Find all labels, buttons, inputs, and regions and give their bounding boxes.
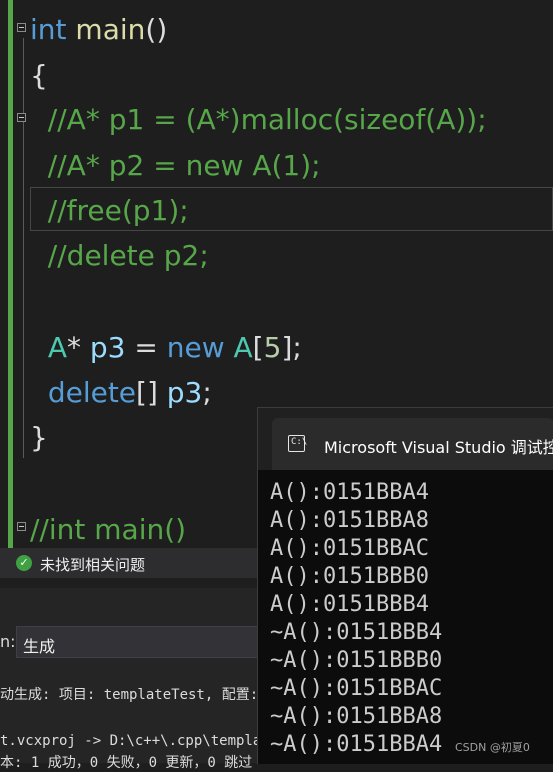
change-indicator-bar [8, 0, 13, 548]
console-output-line: ~A():0151BBAC [270, 676, 443, 701]
console-output-line: A():0151BBB4 [270, 592, 429, 617]
output-source-value: 生成 [23, 637, 56, 656]
output-source-dropdown[interactable]: 生成 [16, 626, 258, 658]
code-line-comment-delete[interactable]: //delete p2; [30, 242, 209, 270]
error-status-bar: ✓ 未找到相关问题 [0, 548, 258, 578]
code-line-comment-malloc[interactable]: //A* p1 = (A*)malloc(sizeof(A)); [30, 106, 487, 134]
console-output-line: A():0151BBB0 [270, 564, 429, 589]
code-line-delete-array[interactable]: delete[] p3; [30, 379, 212, 407]
code-token: p3 [166, 376, 203, 409]
code-token: } [30, 421, 48, 454]
code-token: = [125, 331, 167, 364]
debug-console-window[interactable]: C:\ Microsoft Visual Studio 调试控制台 A():01… [257, 407, 553, 764]
code-token: //delete p2; [30, 239, 209, 272]
code-token: 5 [263, 331, 282, 364]
console-title-bar: C:\ Microsoft Visual Studio 调试控制台 [258, 408, 553, 470]
console-output-line: ~A():0151BBA8 [270, 704, 443, 729]
code-token: { [30, 59, 48, 92]
output-line: 动生成: 项目: templateTest, 配置: Debug Win32 [0, 687, 258, 703]
terminal-icon: C:\ [288, 435, 308, 452]
code-token: //free(p1); [30, 194, 189, 227]
output-line: 本: 1 成功，0 失败，0 更新，0 跳过 [0, 755, 253, 771]
output-line: t.vcxproj -> D:\c++\.cpp\templateTest\De… [0, 733, 258, 749]
check-circle-icon: ✓ [16, 555, 32, 571]
output-source-label: n: [0, 632, 16, 651]
console-output-line: A():0151BBA8 [270, 508, 429, 533]
collapse-comments-icon[interactable] [17, 113, 26, 122]
code-token: new [166, 331, 225, 364]
code-token: () [145, 13, 168, 46]
code-token: ; [202, 376, 212, 409]
code-line-close-brace[interactable]: } [30, 424, 48, 452]
code-token: //A* p1 = (A*)malloc(sizeof(A)); [30, 103, 487, 136]
console-title: Microsoft Visual Studio 调试控制台 [324, 438, 553, 457]
code-line-int-main[interactable]: int main() [30, 16, 167, 44]
terminal-icon-glyph: C:\ [291, 437, 308, 447]
panel-separator [0, 578, 258, 588]
code-token: main [75, 13, 146, 46]
console-output-line: ~A():0151BBB0 [270, 648, 443, 673]
code-token: [ [252, 331, 264, 364]
code-token: //A* p2 = new A(1); [30, 149, 321, 182]
code-line-open-brace[interactable]: { [30, 62, 48, 90]
code-line-comment-new[interactable]: //A* p2 = new A(1); [30, 152, 321, 180]
code-line-new-array[interactable]: A* p3 = new A[5]; [30, 334, 302, 362]
code-token: A [233, 331, 253, 364]
status-message[interactable]: 未找到相关问题 [40, 554, 145, 575]
code-token: [] [136, 376, 167, 409]
code-token: ]; [281, 331, 302, 364]
console-tab[interactable]: C:\ Microsoft Visual Studio 调试控制台 [272, 418, 553, 470]
fold-guide-comments [23, 128, 24, 278]
collapse-main-icon[interactable] [17, 23, 26, 32]
code-token: delete [47, 376, 137, 409]
console-output-line: ~A():0151BBA4 [270, 732, 443, 757]
code-token: p3 [89, 331, 126, 364]
code-token: A [47, 331, 67, 364]
code-line-comment-int-main[interactable]: //int main() [30, 516, 186, 544]
code-token: * [66, 331, 90, 364]
code-token: int [30, 13, 67, 46]
watermark: CSDN @初夏0 [455, 741, 530, 754]
console-output-line: A():0151BBA4 [270, 480, 429, 505]
collapse-commented-main-icon[interactable] [17, 522, 26, 531]
console-output-line: A():0151BBAC [270, 536, 429, 561]
console-output-line: ~A():0151BBB4 [270, 620, 443, 645]
output-panel: n: 生成 动生成: 项目: templateTest, 配置: Debug W… [0, 578, 258, 771]
code-token: //int main() [30, 513, 187, 546]
code-line-comment-free[interactable]: //free(p1); [30, 197, 189, 225]
